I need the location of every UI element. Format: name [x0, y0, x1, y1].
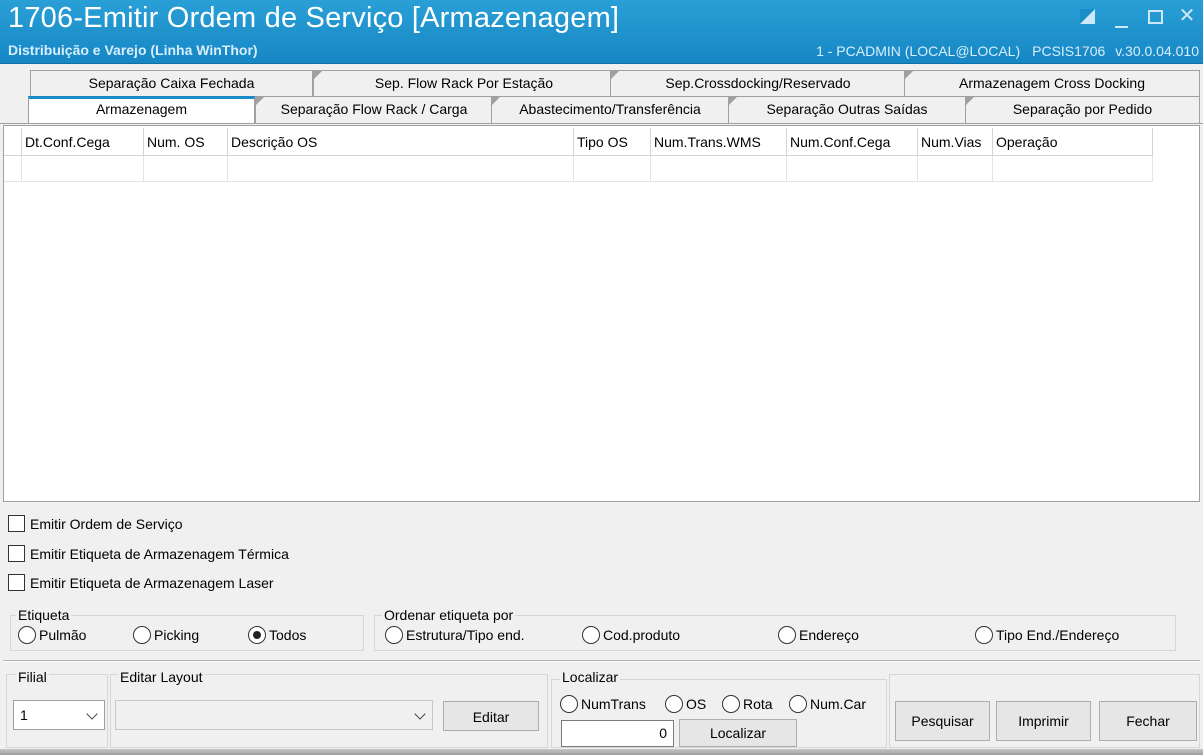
etiqueta-group-label: Etiqueta — [16, 607, 72, 623]
radio-button[interactable] — [385, 626, 403, 644]
chevron-down-icon — [414, 708, 426, 720]
tab-strip: Separação Caixa Fechada Sep. Flow Rack P… — [0, 66, 1203, 126]
column-header[interactable]: Dt.Conf.Cega — [22, 128, 144, 156]
radio-label: Cod.produto — [603, 627, 681, 643]
radio-label: Todos — [269, 627, 307, 643]
etiqueta-termica-option[interactable]: Emitir Etiqueta de Armazenagem Térmica — [8, 545, 289, 562]
tab-separacao-caixa-fechada[interactable]: Separação Caixa Fechada — [30, 70, 313, 96]
imprimir-button-label: Imprimir — [1018, 713, 1069, 729]
radio-label: Picking — [154, 627, 200, 643]
ordenar-radio-estrutura[interactable]: Estrutura/Tipo end. — [385, 626, 525, 644]
localizar-radio-numtrans[interactable]: NumTrans — [560, 695, 646, 713]
os-grid[interactable]: Dt.Conf.Cega Num. OS Descrição OS Tipo O… — [3, 125, 1200, 502]
close-icon[interactable]: ✕ — [1176, 6, 1198, 28]
editar-button-label: Editar — [472, 709, 510, 725]
fechar-button[interactable]: Fechar — [1099, 701, 1197, 741]
imprimir-button[interactable]: Imprimir — [996, 701, 1091, 741]
column-header[interactable]: Descrição OS — [228, 128, 574, 156]
fechar-button-label: Fechar — [1126, 713, 1170, 729]
user-label: 1 - PCADMIN (LOCAL@LOCAL) — [816, 43, 1021, 59]
etiqueta-radio-picking[interactable]: Picking — [133, 626, 199, 644]
localizar-label: Localizar — [560, 669, 621, 685]
tab-armazenagem[interactable]: Armazenagem — [28, 96, 255, 123]
localizar-button-label: Localizar — [709, 725, 767, 741]
radio-label: Endereço — [799, 627, 859, 643]
column-header[interactable]: Operação — [993, 128, 1153, 156]
etiqueta-termica-checkbox[interactable] — [8, 545, 25, 562]
radio-button[interactable] — [789, 695, 807, 713]
emitir-os-label: Emitir Ordem de Serviço — [30, 515, 183, 532]
radio-label: Estrutura/Tipo end. — [406, 627, 525, 643]
etiqueta-laser-label: Emitir Etiqueta de Armazenagem Laser — [30, 574, 274, 591]
window-bottom-edge — [0, 749, 1203, 755]
program-label: PCSIS1706 — [1032, 43, 1106, 59]
grid-indicator-column — [4, 128, 22, 156]
tab-armazenagem-cross-docking[interactable]: Armazenagem Cross Docking — [904, 70, 1200, 96]
etiqueta-laser-option[interactable]: Emitir Etiqueta de Armazenagem Laser — [8, 574, 274, 591]
ordenar-radio-cod-produto[interactable]: Cod.produto — [582, 626, 680, 644]
radio-label: Tipo End./Endereço — [996, 627, 1120, 643]
radio-button[interactable] — [582, 626, 600, 644]
radio-button[interactable] — [778, 626, 796, 644]
filial-value: 1 — [20, 707, 28, 723]
radio-label: Num.Car — [810, 696, 867, 712]
radio-button-selected[interactable] — [248, 626, 266, 644]
grid-header: Dt.Conf.Cega Num. OS Descrição OS Tipo O… — [4, 128, 1153, 156]
window-title: 1706-Emitir Ordem de Serviço [Armazenage… — [8, 2, 620, 34]
radio-label: NumTrans — [581, 696, 646, 712]
radio-label: Rota — [743, 696, 773, 712]
localizar-radio-numcar[interactable]: Num.Car — [789, 695, 866, 713]
radio-button[interactable] — [560, 695, 578, 713]
radio-button[interactable] — [665, 695, 683, 713]
radio-label: Pulmão — [39, 627, 87, 643]
radio-label: OS — [686, 696, 707, 712]
tab-separacao-flow-rack-carga[interactable]: Separação Flow Rack / Carga — [255, 96, 493, 123]
chevron-down-icon — [86, 708, 98, 720]
maximize-icon[interactable] — [1144, 6, 1166, 28]
localizar-radio-os[interactable]: OS — [665, 695, 706, 713]
editar-layout-label: Editar Layout — [118, 669, 205, 685]
tab-separacao-outras-saidas[interactable]: Separação Outras Saídas — [728, 96, 966, 123]
localizar-input[interactable]: 0 — [561, 720, 674, 747]
minimize-icon[interactable] — [1110, 6, 1132, 28]
pesquisar-button[interactable]: Pesquisar — [895, 701, 990, 741]
emitir-os-checkbox[interactable] — [8, 515, 25, 532]
localizar-button[interactable]: Localizar — [679, 719, 797, 747]
table-row[interactable] — [4, 156, 1153, 182]
divider — [3, 660, 1200, 662]
tab-sep-flow-rack-estacao[interactable]: Sep. Flow Rack Por Estação — [313, 70, 615, 96]
column-header[interactable]: Num.Vias — [918, 128, 993, 156]
filial-label: Filial — [16, 669, 49, 685]
column-header[interactable]: Num. OS — [144, 128, 228, 156]
user-info: 1 - PCADMIN (LOCAL@LOCAL) PCSIS1706 v.30.… — [816, 43, 1199, 59]
pesquisar-button-label: Pesquisar — [911, 713, 974, 729]
editar-button[interactable]: Editar — [443, 701, 539, 731]
radio-button[interactable] — [722, 695, 740, 713]
tab-separacao-por-pedido[interactable]: Separação por Pedido — [965, 96, 1200, 123]
etiqueta-radio-todos[interactable]: Todos — [248, 626, 306, 644]
ordenar-radio-tipo-end[interactable]: Tipo End./Endereço — [975, 626, 1119, 644]
emitir-os-option[interactable]: Emitir Ordem de Serviço — [8, 515, 182, 532]
localizar-radio-rota[interactable]: Rota — [722, 695, 773, 713]
radio-button[interactable] — [18, 626, 36, 644]
tab-abastecimento-transferencia[interactable]: Abastecimento/Transferência — [491, 96, 729, 123]
radio-button[interactable] — [133, 626, 151, 644]
etiqueta-radio-pulmao[interactable]: Pulmão — [18, 626, 86, 644]
restore-icon[interactable] — [1076, 6, 1098, 28]
ordenar-group-label: Ordenar etiqueta por — [382, 607, 516, 623]
layout-select[interactable] — [115, 700, 433, 730]
filial-select[interactable]: 1 — [13, 700, 105, 730]
column-header[interactable]: Num.Conf.Cega — [787, 128, 918, 156]
ordenar-radio-endereco[interactable]: Endereço — [778, 626, 859, 644]
version-label: v.30.0.04.010 — [1115, 43, 1199, 59]
title-bar: 1706-Emitir Ordem de Serviço [Armazenage… — [0, 0, 1203, 64]
etiqueta-termica-label: Emitir Etiqueta de Armazenagem Térmica — [30, 545, 289, 562]
window-subtitle: Distribuição e Varejo (Linha WinThor) — [8, 42, 258, 58]
column-header[interactable]: Num.Trans.WMS — [651, 128, 787, 156]
tab-sep-crossdocking-reservado[interactable]: Sep.Crossdocking/Reservado — [610, 70, 906, 96]
column-header[interactable]: Tipo OS — [574, 128, 651, 156]
etiqueta-laser-checkbox[interactable] — [8, 574, 25, 591]
radio-button[interactable] — [975, 626, 993, 644]
